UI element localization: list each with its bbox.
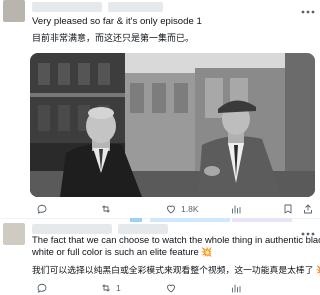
collision-emoji: 💥 (316, 265, 320, 275)
tweet-1[interactable]: Very pleased so far & it's only episode … (0, 0, 320, 218)
tweet-text-line-1: The fact that we can choose to watch the… (32, 234, 320, 245)
reply-button[interactable] (36, 202, 52, 216)
tweet-text-chinese-content: 我们可以选择以纯黑白或全彩模式来观看整个视频，这一功能真是太棒了 (32, 265, 314, 275)
heart-icon (167, 205, 175, 214)
tweet-actions: 1.8K (30, 202, 320, 216)
bookmark-icon (284, 204, 292, 214)
collision-emoji: 💥 (201, 247, 213, 257)
author-name-redacted (32, 224, 112, 234)
tweet-text-english: Very pleased so far & it's only episode … (32, 16, 202, 27)
redacted-strip (232, 218, 292, 222)
retweet-icon (102, 284, 110, 292)
views-chart-icon (232, 284, 241, 293)
share-button[interactable] (302, 202, 318, 216)
reply-icon (37, 204, 47, 214)
like-count: 1.8K (181, 204, 199, 214)
avatar[interactable] (3, 223, 25, 245)
share-icon (304, 204, 312, 214)
tweet-text-chinese: 我们可以选择以纯黑白或全彩模式来观看整个视频，这一功能真是太棒了 💥 (32, 264, 320, 276)
tweet-text-english: The fact that we can choose to watch the… (32, 234, 320, 258)
reply-icon (37, 283, 47, 293)
tweet-image[interactable] (30, 53, 315, 197)
tweet-2[interactable]: The fact that we can choose to watch the… (0, 218, 320, 293)
redacted-strip (150, 218, 230, 222)
views-chart-icon (232, 205, 241, 214)
author-name-redacted (32, 2, 102, 12)
more-options-icon[interactable] (300, 4, 316, 14)
retweet-button[interactable] (100, 202, 116, 216)
author-handle-redacted (118, 224, 168, 234)
tweet-text-line-2: white or full color is such an elite fea… (32, 246, 199, 257)
tweet-text-chinese: 目前非常满意，而这还只是第一集而已。 (32, 33, 195, 43)
retweet-count: 1 (116, 283, 121, 293)
heart-icon (167, 284, 175, 293)
redacted-strip (130, 218, 142, 222)
author-handle-redacted (108, 2, 163, 12)
avatar[interactable] (3, 0, 25, 22)
views-button[interactable] (230, 202, 246, 216)
like-button[interactable]: 1.8K (165, 202, 199, 216)
bookmark-button[interactable] (282, 202, 298, 216)
retweet-icon (102, 205, 110, 213)
